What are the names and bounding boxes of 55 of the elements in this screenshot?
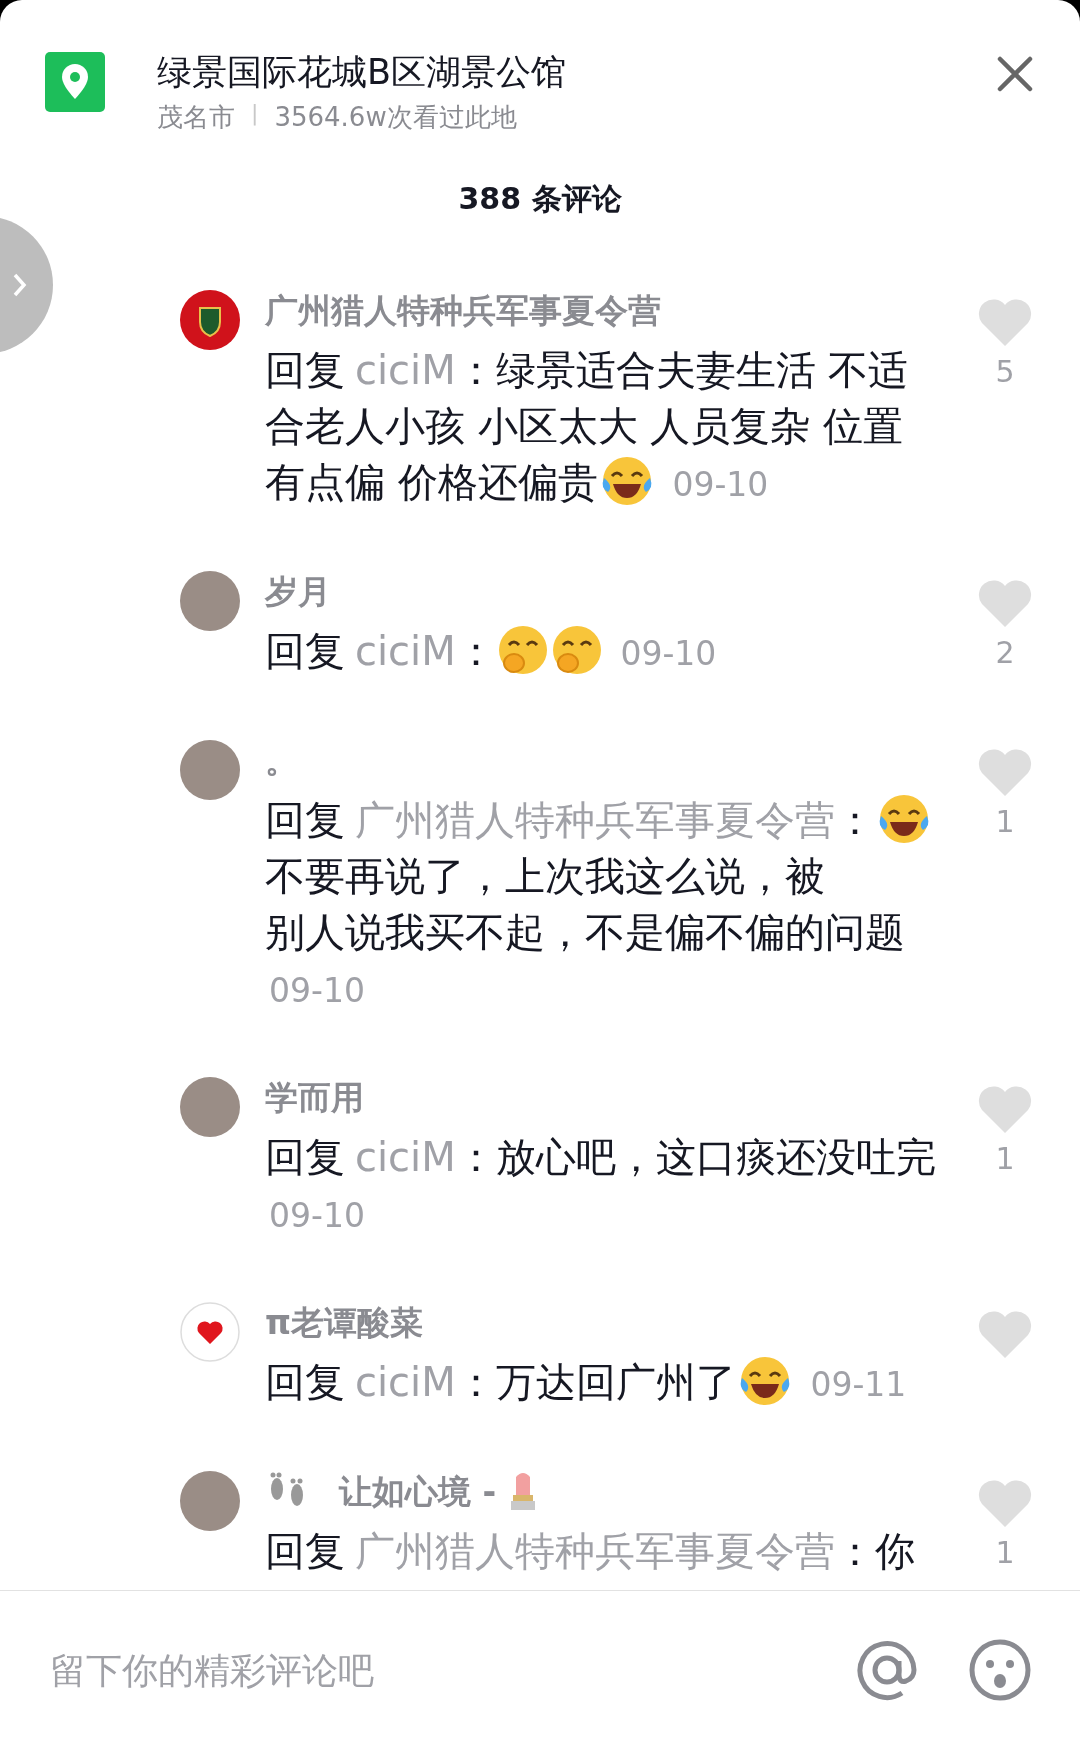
- comment-text: 不要再说了，上次我这么说，被: [265, 853, 825, 899]
- comment-text: 回复: [265, 628, 345, 674]
- comment-text: 合老人小孩 小区太大 人员复杂 位置: [265, 403, 904, 449]
- mentioned-username[interactable]: ciciM: [355, 1359, 456, 1405]
- comment-count: 388 条评论: [457, 180, 623, 218]
- like-count: 5: [995, 354, 1015, 389]
- like-count: 2: [995, 635, 1015, 670]
- comment-text: ：你: [835, 1528, 915, 1574]
- comment-text: 回复: [265, 1134, 345, 1180]
- avatar-photo[interactable]: [180, 1471, 240, 1531]
- username: 。: [265, 741, 298, 780]
- avatar-photo[interactable]: [180, 1077, 240, 1137]
- comment-text: ：万达回广州了: [455, 1359, 736, 1405]
- like-count: 1: [995, 804, 1015, 839]
- comment-text: ：放心吧，这口痰还没吐: [455, 1134, 896, 1180]
- separator: |: [251, 100, 259, 128]
- like-count: 1: [995, 1141, 1015, 1176]
- username: 岁月: [265, 572, 331, 611]
- username: 让如心境 -: [339, 1472, 497, 1511]
- username: 广州猎人特种兵军事夏令营: [265, 291, 661, 330]
- comment-text: 回复: [265, 347, 345, 393]
- location-title: 绿景国际花城B区湖景公馆: [157, 51, 567, 94]
- comment-text: 别人说我买不起，不是偏不偏的问题: [265, 909, 905, 955]
- avatar-photo[interactable]: [180, 740, 240, 800]
- mentioned-username[interactable]: 广州猎人特种兵军事夏令营: [355, 797, 835, 843]
- laughing-emoji-icon: [877, 792, 931, 846]
- close-button[interactable]: [995, 54, 1035, 94]
- avatar-photo[interactable]: [180, 571, 240, 631]
- location-pin-icon: [45, 52, 105, 112]
- mentioned-username[interactable]: ciciM: [355, 628, 456, 674]
- comment-date: 09-10: [672, 465, 769, 504]
- like-count: 1: [995, 1535, 1015, 1570]
- comment-text: 回复: [265, 1359, 345, 1405]
- mentioned-username[interactable]: ciciM: [355, 1134, 456, 1180]
- comment-text: 完: [895, 1134, 936, 1180]
- comment-text: ：: [455, 628, 496, 674]
- comment-text: 回复: [265, 1528, 345, 1574]
- comment-date: 09-10: [269, 971, 365, 1010]
- comment-input-field[interactable]: 留下你的精彩评论吧: [50, 1640, 806, 1700]
- mentioned-username[interactable]: ciciM: [355, 347, 456, 393]
- mentioned-username[interactable]: 广州猎人特种兵军事夏令营: [355, 1528, 835, 1574]
- comment-date: 09-10: [620, 634, 717, 673]
- city-name: 茂名市: [157, 101, 235, 134]
- avatar-logo[interactable]: [180, 290, 240, 350]
- comment-date: 09-10: [269, 1196, 365, 1235]
- comment-date: 09-11: [810, 1365, 907, 1404]
- comment-text: 有点偏 价格还偏贵: [265, 459, 598, 505]
- comment-text: 回复: [265, 797, 345, 843]
- view-count: 3564.6w次看过此地: [274, 101, 517, 134]
- at-sign-icon[interactable]: [856, 1639, 918, 1701]
- username: 学而用: [265, 1078, 364, 1117]
- emoji-face-icon[interactable]: [968, 1638, 1032, 1702]
- comment-text: ：: [835, 797, 875, 843]
- comment-text: ：绿景适合夫妻生活 不适: [455, 347, 909, 393]
- username: π老谭酸菜: [265, 1303, 424, 1342]
